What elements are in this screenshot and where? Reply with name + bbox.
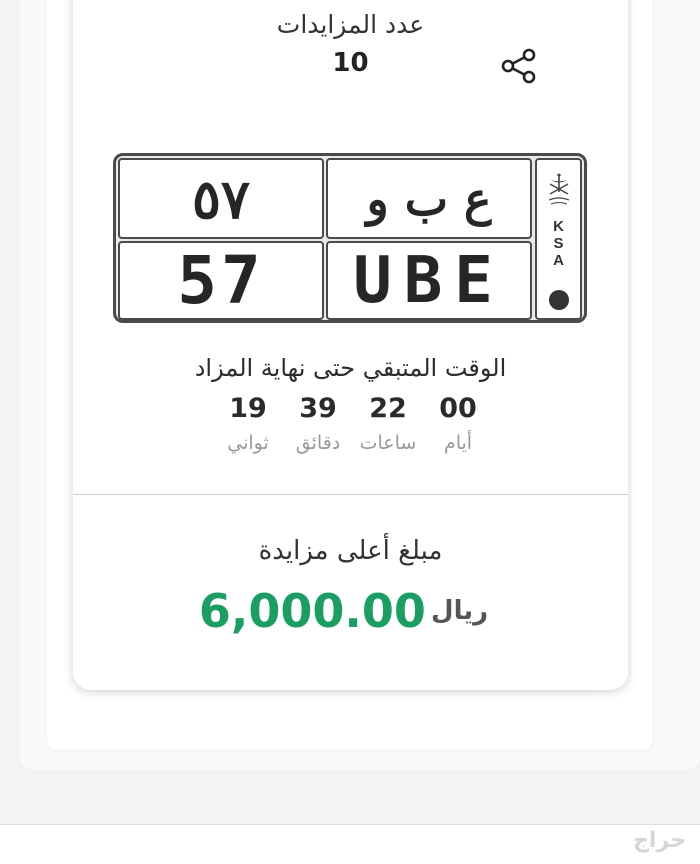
time-remaining-label: الوقت المتبقي حتى نهاية المزاد [194,354,507,382]
countdown-minutes-label: دقائق [295,432,341,454]
plate-country-strip: K S A [535,158,582,320]
countdown-minutes: 39 دقائق [283,392,353,460]
plate-arabic-numbers: ٥٧ [118,158,324,239]
bottom-bar [0,825,700,864]
plate-dot [549,290,569,310]
countdown-timer: 00 أيام 22 ساعات 39 دقائق 19 ثواني [213,392,493,462]
bids-count-value: 10 [332,48,369,78]
license-plate: ٥٧ ع ب و 57 UBE K S A [113,153,587,323]
share-icon[interactable] [499,46,539,86]
plate-country-code: K S A [553,218,564,269]
countdown-days: 00 أيام [423,392,493,460]
countdown-hours-value: 22 [369,393,407,424]
highest-bid-label: مبلغ أعلى مزايدة [258,536,443,566]
countdown-days-label: أيام [443,432,473,454]
section-divider [73,494,628,495]
countdown-days-value: 00 [439,393,477,424]
countdown-hours: 22 ساعات [353,392,423,460]
plate-english-letters: UBE [326,241,532,320]
plate-english-numbers: 57 [118,241,324,320]
countdown-seconds-label: ثواني [227,432,269,454]
countdown-hours-label: ساعات [359,432,417,454]
bids-count-label: عدد المزايدات [276,10,425,39]
countdown-minutes-value: 39 [299,393,337,424]
plate-arabic-letters: ع ب و [326,158,532,239]
highest-bid-price: ريال 6,000.00 [73,584,628,638]
price-amount: 6,000.00 [198,584,426,638]
countdown-seconds: 19 ثواني [213,392,283,460]
saudi-emblem-icon [546,172,572,210]
site-watermark: حراج [633,828,686,853]
auction-card: عدد المزايدات 10 ٥٧ ع ب و 57 UBE K S A ا… [73,0,628,690]
countdown-seconds-value: 19 [229,393,267,424]
price-currency: ريال [431,596,489,626]
